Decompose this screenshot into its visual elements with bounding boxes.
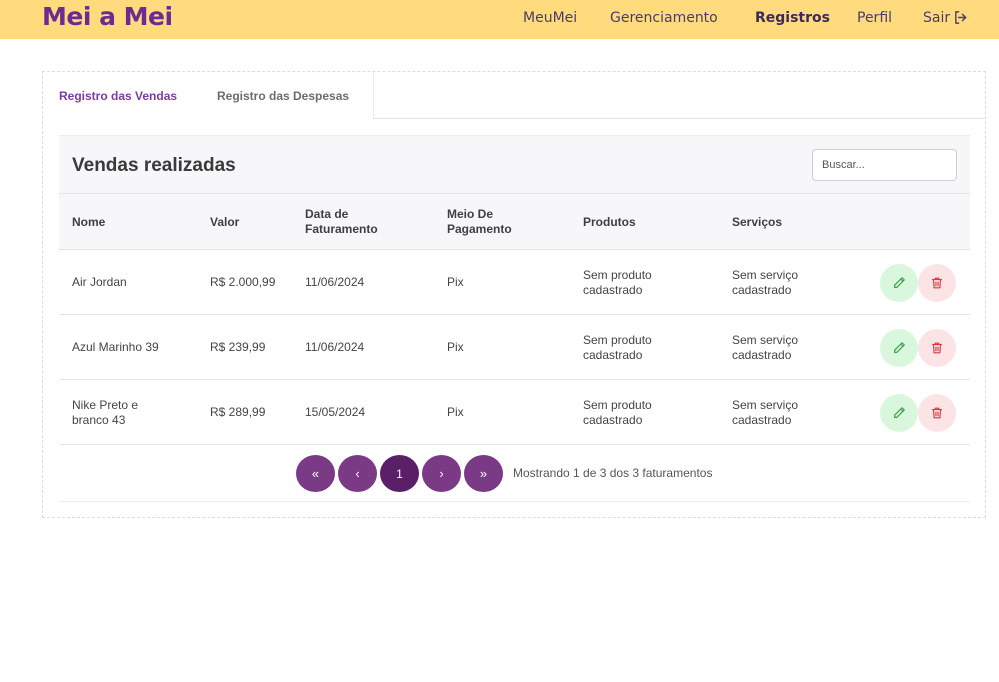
pencil-icon xyxy=(894,277,905,288)
pencil-icon xyxy=(894,407,905,418)
trash-icon xyxy=(932,407,942,419)
cell-data: 11/06/2024 xyxy=(305,340,365,354)
cell-servicos-line2: cadastrado xyxy=(732,347,792,362)
logout-icon xyxy=(955,11,967,24)
cell-nome-line1: Azul Marinho 39 xyxy=(72,340,159,354)
cell-valor: R$ 289,99 xyxy=(210,405,266,419)
table-row: Air Jordan R$ 2.000,99 11/06/2024 Pix Se… xyxy=(59,250,970,315)
nav-link-meumei[interactable]: MeuMei xyxy=(523,10,577,26)
cell-meio: Pix xyxy=(447,405,464,419)
cell-produtos: Sem produto cadastrado xyxy=(583,250,652,315)
cell-servicos-line1: Sem serviço xyxy=(732,332,799,347)
delete-button[interactable] xyxy=(918,329,956,367)
pencil-icon xyxy=(894,342,905,353)
edit-button[interactable] xyxy=(880,329,918,367)
column-header-meio-line1: Meio De xyxy=(447,207,494,221)
cell-produtos-line2: cadastrado xyxy=(583,282,643,297)
cell-servicos-line1: Sem serviço xyxy=(732,397,799,412)
panel-header: Vendas realizadas xyxy=(59,135,970,194)
cell-data: 11/06/2024 xyxy=(305,275,365,289)
nav-link-sair-label: Sair xyxy=(923,10,951,26)
cell-servicos: Sem serviço cadastrado xyxy=(732,315,798,380)
cell-meio: Pix xyxy=(447,275,464,289)
column-header-data-line2: Faturamento xyxy=(305,222,378,236)
cell-produtos: Sem produto cadastrado xyxy=(583,315,652,380)
cell-data: 15/05/2024 xyxy=(305,405,366,419)
pagination-prev-button[interactable]: ‹ xyxy=(338,455,377,492)
cell-meio: Pix xyxy=(447,340,464,354)
brand-logo[interactable]: Mei a Mei xyxy=(42,2,173,31)
cell-nome: Air Jordan xyxy=(72,250,127,315)
tab-registro-despesas[interactable]: Registro das Despesas xyxy=(217,89,349,103)
cell-nome: Nike Preto e branco 43 xyxy=(72,380,138,445)
table-row: Azul Marinho 39 R$ 239,99 11/06/2024 Pix… xyxy=(59,315,970,380)
tab-registro-vendas[interactable]: Registro das Vendas xyxy=(59,89,177,103)
cell-servicos: Sem serviço cadastrado xyxy=(732,380,798,445)
cell-valor: R$ 2.000,99 xyxy=(210,275,276,289)
nav-link-perfil[interactable]: Perfil xyxy=(857,10,892,26)
cell-produtos-line1: Sem produto xyxy=(583,332,652,347)
table-header: Nome Valor Data de Faturamento Meio De P… xyxy=(59,194,970,250)
pagination-last-button[interactable]: » xyxy=(464,455,503,492)
pagination-info: Mostrando 1 de 3 dos 3 faturamentos xyxy=(513,466,713,480)
nav-link-registros[interactable]: Registros xyxy=(755,10,830,26)
cell-nome-line2: branco 43 xyxy=(72,412,126,427)
column-header-produtos[interactable]: Produtos xyxy=(583,194,636,250)
pagination-first-button[interactable]: « xyxy=(296,455,335,492)
edit-button[interactable] xyxy=(880,264,918,302)
search-input[interactable] xyxy=(812,149,957,181)
column-header-nome[interactable]: Nome xyxy=(72,194,105,250)
nav-link-sair[interactable]: Sair xyxy=(923,10,968,26)
cell-valor: R$ 239,99 xyxy=(210,340,266,354)
cell-produtos-line2: cadastrado xyxy=(583,412,643,427)
trash-icon xyxy=(932,277,942,289)
table-row: Nike Preto e branco 43 R$ 289,99 15/05/2… xyxy=(59,380,970,445)
cell-nome: Azul Marinho 39 xyxy=(72,315,159,380)
cell-produtos-line2: cadastrado xyxy=(583,347,643,362)
column-header-valor[interactable]: Valor xyxy=(210,194,239,250)
nav-link-gerenciamento[interactable]: Gerenciamento xyxy=(610,10,718,26)
edit-button[interactable] xyxy=(880,394,918,432)
top-navbar: Mei a Mei MeuMei Gerenciamento Registros… xyxy=(0,0,999,39)
cell-produtos-line1: Sem produto xyxy=(583,267,652,282)
cell-servicos-line1: Sem serviço xyxy=(732,267,799,282)
delete-button[interactable] xyxy=(918,264,956,302)
cell-nome-line1: Nike Preto e xyxy=(72,397,139,412)
cell-produtos: Sem produto cadastrado xyxy=(583,380,652,445)
panel-title: Vendas realizadas xyxy=(72,155,236,176)
column-header-servicos[interactable]: Serviços xyxy=(732,194,782,250)
pagination-page-1[interactable]: 1 xyxy=(380,455,419,492)
cell-servicos-line2: cadastrado xyxy=(732,412,792,427)
cell-servicos-line2: cadastrado xyxy=(732,282,792,297)
tab-bar: Registro das Vendas Registro das Despesa… xyxy=(59,72,986,120)
pagination-next-button[interactable]: › xyxy=(422,455,461,492)
cell-nome-line1: Air Jordan xyxy=(72,275,127,289)
column-header-meio[interactable]: Meio De Pagamento xyxy=(447,194,512,250)
column-header-data[interactable]: Data de Faturamento xyxy=(305,194,378,250)
pagination-bar: « ‹ 1 › » Mostrando 1 de 3 dos 3 faturam… xyxy=(59,445,970,502)
sales-panel: Vendas realizadas Nome Valor Data de Fat… xyxy=(59,135,970,502)
cell-servicos: Sem serviço cadastrado xyxy=(732,250,798,315)
column-header-data-line1: Data de xyxy=(305,207,349,221)
cell-produtos-line1: Sem produto xyxy=(583,397,652,412)
trash-icon xyxy=(932,342,942,354)
records-card: Registro das Vendas Registro das Despesa… xyxy=(42,71,986,518)
column-header-meio-line2: Pagamento xyxy=(447,222,512,236)
delete-button[interactable] xyxy=(918,394,956,432)
